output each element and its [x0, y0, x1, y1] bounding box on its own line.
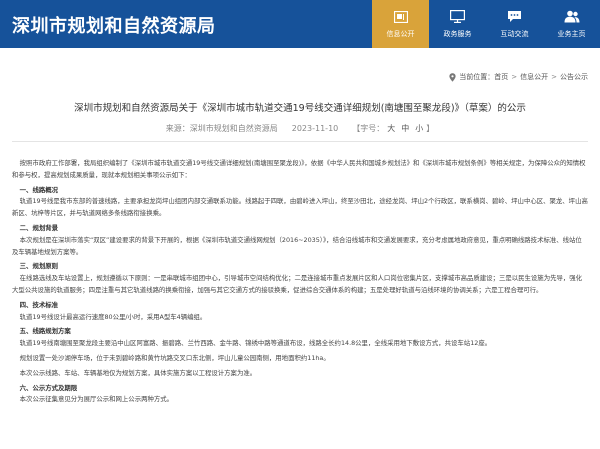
nav-item-business-home[interactable]: 业务主页: [543, 0, 600, 48]
breadcrumb-notices[interactable]: 公告公示: [560, 72, 588, 82]
nav-item-gov-services[interactable]: 政务服务: [429, 0, 486, 48]
section-heading: 五、线路规划方案: [19, 327, 71, 336]
breadcrumb-prefix: 当前位置：: [459, 73, 495, 81]
nav-label: 互动交流: [500, 29, 529, 38]
location-pin-icon: [449, 72, 456, 82]
section-heading: 六、公示方式及期限: [19, 383, 78, 392]
section-heading: 三、规划原则: [19, 262, 59, 271]
section-heading: 二、规划背景: [19, 223, 59, 232]
section-paragraph: 本次规划是在深圳市落实“双区”建设要求的背景下开展的，根据《深圳市轨道交通线网规…: [12, 235, 582, 256]
nav-label: 政务服务: [443, 29, 472, 38]
source-label: 来源：: [165, 124, 190, 133]
font-size-label-end: 】: [426, 124, 435, 133]
intro-paragraph: 按照市政府工作部署，我局组织编制了《深圳市城市轨道交通19号线交通详细规划(南塘…: [12, 159, 586, 179]
nav-item-interaction[interactable]: 互动交流: [486, 0, 543, 48]
nav-item-info-disclosure[interactable]: 信息公开: [372, 0, 429, 48]
monitor-icon: [450, 10, 466, 24]
font-size-small-button[interactable]: 小: [415, 124, 423, 133]
font-size-medium-button[interactable]: 中: [401, 124, 409, 133]
users-icon: [564, 10, 580, 24]
site-header: 深圳市规划和自然资源局 信息公开 政务服务 互动交流 业务主页: [0, 0, 600, 48]
section-paragraph: 本次公示线路、车站、车辆基地仅为规划方案，具体实施方案以工程设计方案为准。: [19, 368, 257, 377]
content-area: 当前位置： 首页 > 信息公开 > 公告公示 深圳市规划和自然资源局关于《深圳市…: [0, 48, 600, 449]
section-paragraph: 在线路选线及车站设置上，规划遵循以下原则：一是串联城市组团中心，引导城市空间结构…: [12, 274, 583, 294]
section-paragraph: 轨道19号线设计最高运行速度80公里/小时，采用A型车4辆编组。: [19, 312, 207, 321]
article-body: 按照市政府工作部署，我局组织编制了《深圳市城市轨道交通19号线交通详细规划(南塘…: [12, 158, 588, 409]
section-heading: 一、线路概况: [19, 185, 59, 194]
chat-bubble-icon: [507, 10, 523, 24]
section-heading: 四、技术标准: [19, 300, 59, 309]
source-value: 深圳市规划和自然资源局: [189, 124, 278, 133]
folder-doc-icon: [393, 10, 409, 24]
publish-date: 2023-11-10: [291, 124, 339, 133]
section-paragraph: 轨道19号线南塘围至聚龙段主要沿中山区阿富路、振碧路、兰竹西路、金牛路、锦绣中路…: [19, 339, 492, 348]
site-title[interactable]: 深圳市规划和自然资源局: [12, 12, 216, 38]
nav-label: 信息公开: [386, 29, 415, 38]
font-size-label: 【字号：: [352, 124, 385, 133]
breadcrumb-info-disclosure[interactable]: 信息公开: [520, 72, 548, 82]
breadcrumb-separator: >: [551, 73, 557, 81]
main-nav: 信息公开 政务服务 互动交流 业务主页: [372, 0, 600, 48]
article-title: 深圳市规划和自然资源局关于《深圳市城市轨道交通19号线交通详细规划(南塘围至聚龙…: [74, 103, 526, 114]
meta-divider: [12, 141, 588, 142]
breadcrumb: 当前位置： 首页 > 信息公开 > 公告公示: [449, 72, 588, 82]
breadcrumb-home[interactable]: 首页: [494, 72, 508, 82]
section-paragraph: 本次公示征集意见分为展厅公示和网上公示两种方式。: [19, 395, 174, 404]
article-meta: 来源：深圳市规划和自然资源局 2023-11-10 【字号：大中小】: [0, 123, 600, 134]
font-size-large-button[interactable]: 大: [387, 124, 395, 133]
nav-label: 业务主页: [557, 29, 586, 38]
section-paragraph: 轨道19号线是我市东部的普速线路，主要承担龙岗坪山组团内部交通联系功能。线路起于…: [12, 197, 588, 218]
section-paragraph: 规划设置一处沙湖停车场，位于未到碧岭路和黄竹坑路交叉口东北侧，坪山儿童公园南侧，…: [19, 353, 330, 362]
breadcrumb-separator: >: [511, 73, 518, 81]
